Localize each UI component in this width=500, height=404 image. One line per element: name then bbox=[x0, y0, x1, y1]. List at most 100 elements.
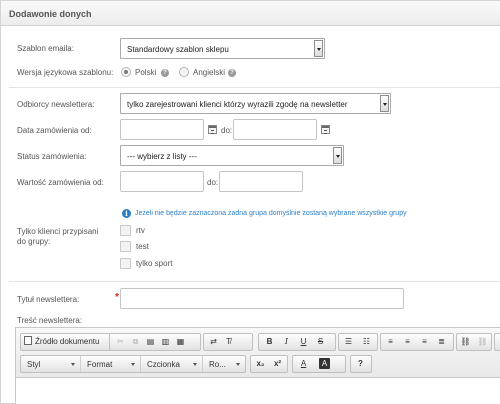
bulleted-list-icon[interactable]: ☷ bbox=[359, 335, 374, 349]
order-status-select[interactable]: --- wybierz z listy --- bbox=[120, 145, 344, 166]
chevron-down-icon bbox=[131, 363, 135, 366]
paste-text-icon[interactable]: ▥ bbox=[158, 335, 173, 349]
chevron-down-icon bbox=[333, 147, 342, 164]
group-checkbox-rtv[interactable] bbox=[120, 225, 131, 236]
calendar-icon[interactable] bbox=[321, 125, 330, 134]
toolbar-group-image: ▣ bbox=[494, 333, 500, 351]
unlink-icon[interactable]: ⛓ bbox=[475, 335, 490, 349]
paste-word-icon[interactable]: ▦ bbox=[173, 335, 188, 349]
group-checkbox-tylko-sport[interactable] bbox=[120, 258, 131, 269]
chevron-down-icon bbox=[236, 363, 240, 366]
align-right-icon[interactable]: ≡ bbox=[417, 335, 432, 349]
italic-button[interactable]: I bbox=[279, 335, 294, 349]
order-date-to-input[interactable] bbox=[233, 119, 317, 140]
order-value-from-input[interactable] bbox=[120, 171, 204, 192]
language-radio-polski[interactable] bbox=[121, 67, 131, 77]
find-replace-icon[interactable]: ⇄ bbox=[206, 335, 221, 349]
source-button[interactable]: Źródło dokumentu bbox=[24, 335, 99, 349]
info-icon: i bbox=[122, 209, 131, 218]
order-date-from-input[interactable] bbox=[120, 119, 204, 140]
panel-title: Dodawonie donych bbox=[9, 9, 92, 19]
group-checkbox-test[interactable] bbox=[120, 241, 131, 252]
groups-label-line2: do grupy: bbox=[17, 237, 51, 246]
toolbar-group-links: ⛓ ⛓ bbox=[456, 333, 492, 351]
template-select[interactable]: Standardowy szablon sklepu bbox=[120, 38, 325, 59]
chevron-down-icon bbox=[193, 363, 197, 366]
align-center-icon[interactable]: ≡ bbox=[400, 335, 415, 349]
question-icon: ? bbox=[161, 69, 169, 77]
underline-button[interactable]: U bbox=[296, 335, 311, 349]
order-value-to-input[interactable] bbox=[219, 171, 303, 192]
toolbar-group-lists: ☰ ☷ bbox=[338, 333, 378, 351]
font-dropdown[interactable]: Czcionka bbox=[141, 356, 203, 372]
background-color-button[interactable]: A bbox=[319, 358, 330, 369]
rich-text-editor: Źródło dokumentu ✂ ⧉ ▤ ▥ ▦ ⇄ T̸ B I U S … bbox=[15, 327, 500, 404]
group-label-rtv: rtv bbox=[136, 226, 145, 235]
remove-format-icon[interactable]: T̸ bbox=[221, 335, 236, 349]
align-justify-icon[interactable]: ≣ bbox=[434, 335, 449, 349]
group-label-tylko-sport: tylko sport bbox=[136, 259, 173, 268]
document-icon bbox=[24, 336, 32, 345]
format-dropdown-label: Format bbox=[87, 360, 113, 369]
source-button-label: Źródło dokumentu bbox=[35, 337, 100, 346]
add-data-panel: Dodawonie donych Szablon emaila: Standar… bbox=[0, 0, 500, 404]
divider bbox=[9, 281, 500, 282]
calendar-icon[interactable] bbox=[208, 125, 217, 134]
style-dropdown-label: Styl bbox=[27, 360, 41, 369]
panel-header: Dodawonie donych bbox=[1, 1, 500, 26]
toolbar-group-help: ? bbox=[350, 355, 372, 373]
required-marker: * bbox=[115, 292, 119, 303]
link-icon[interactable]: ⛓ bbox=[458, 335, 473, 349]
toolbar-group-colors: A A bbox=[292, 355, 346, 373]
size-dropdown[interactable]: Ro... bbox=[203, 356, 245, 372]
chevron-down-icon bbox=[314, 40, 323, 57]
strikethrough-button[interactable]: S bbox=[313, 335, 328, 349]
help-button[interactable]: ? bbox=[353, 357, 368, 371]
newsletter-content-label: Treść newslettera: bbox=[17, 316, 83, 325]
font-dropdown-label: Czcionka bbox=[147, 360, 180, 369]
align-left-icon[interactable]: ≡ bbox=[383, 335, 398, 349]
toolbar-group-basic-styles: B I U S bbox=[258, 333, 336, 351]
image-icon[interactable]: ▣ bbox=[496, 335, 500, 349]
toolbar-group-align: ≡ ≡ ≡ ≣ bbox=[380, 333, 454, 351]
recipients-label: Odbiorcy newslettera: bbox=[17, 100, 95, 109]
toolbar-group-source: Źródło dokumentu bbox=[20, 333, 121, 351]
order-date-label: Data zamówienia od: bbox=[17, 126, 92, 135]
chevron-down-icon bbox=[380, 95, 389, 112]
chevron-down-icon bbox=[71, 363, 75, 366]
order-value-to-label: do: bbox=[207, 178, 219, 187]
superscript-button[interactable]: x² bbox=[270, 357, 285, 371]
numbered-list-icon[interactable]: ☰ bbox=[341, 335, 356, 349]
toolbar-group-clipboard: ✂ ⧉ ▤ ▥ ▦ bbox=[109, 333, 201, 351]
order-value-label: Wartość zamówienia od: bbox=[17, 178, 104, 187]
recipients-select[interactable]: tylko zarejestrowani klienci którzy wyra… bbox=[120, 93, 391, 114]
format-dropdown[interactable]: Format bbox=[81, 356, 141, 372]
order-status-label: Status zamówienia: bbox=[17, 152, 87, 161]
cut-icon[interactable]: ✂ bbox=[113, 335, 128, 349]
text-color-button[interactable]: A bbox=[296, 357, 311, 371]
bold-button[interactable]: B bbox=[262, 335, 277, 349]
style-dropdown[interactable]: Styl bbox=[21, 356, 81, 372]
groups-label-line1: Tylko klienci przypisani bbox=[17, 227, 99, 236]
order-date-to-label: do: bbox=[221, 126, 233, 135]
paste-icon[interactable]: ▤ bbox=[143, 335, 158, 349]
question-icon: ? bbox=[228, 69, 236, 77]
template-select-value: Standardowy szablon sklepu bbox=[127, 45, 229, 54]
editor-toolbar: Źródło dokumentu ✂ ⧉ ▤ ▥ ▦ ⇄ T̸ B I U S … bbox=[16, 328, 500, 378]
divider bbox=[9, 87, 500, 88]
template-label: Szablon emaila: bbox=[17, 44, 74, 53]
toolbar-group-script: x₂ x² bbox=[250, 355, 288, 373]
language-option-polski: Polski bbox=[135, 68, 157, 77]
language-label: Wersja językowa szablonu: bbox=[17, 68, 114, 77]
copy-icon[interactable]: ⧉ bbox=[128, 335, 143, 349]
size-dropdown-label: Ro... bbox=[209, 360, 226, 369]
toolbar-group-find: ⇄ T̸ bbox=[203, 333, 253, 351]
editor-content-area[interactable] bbox=[16, 379, 500, 404]
newsletter-title-label: Tytuł newslettera: bbox=[17, 295, 80, 304]
order-status-select-value: --- wybierz z listy --- bbox=[127, 152, 197, 161]
recipients-select-value: tylko zarejestrowani klienci którzy wyra… bbox=[127, 100, 348, 109]
subscript-button[interactable]: x₂ bbox=[253, 357, 268, 371]
groups-info-text: Jeżeli nie będzie zaznaczona żadna grupa… bbox=[135, 210, 407, 217]
newsletter-title-input[interactable] bbox=[120, 288, 404, 309]
language-radio-angielski[interactable] bbox=[179, 67, 189, 77]
